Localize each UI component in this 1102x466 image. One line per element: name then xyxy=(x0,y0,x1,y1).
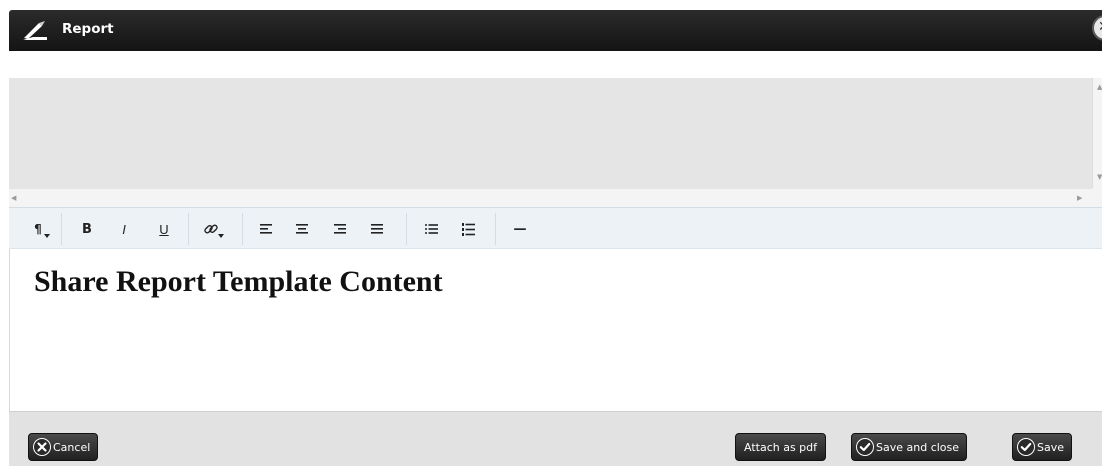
editor-heading: Share Report Template Content xyxy=(34,265,443,298)
save-button[interactable]: Save xyxy=(1012,433,1073,461)
toolbar-divider xyxy=(242,213,243,245)
vertical-scrollbar[interactable]: ▲ ▼ xyxy=(1092,78,1102,188)
align-left-icon xyxy=(260,224,272,234)
cancel-label: Cancel xyxy=(53,440,91,454)
editor-content-area[interactable]: Share Report Template Content xyxy=(9,249,1102,411)
dialog-title: Report xyxy=(62,21,114,37)
scroll-left-icon[interactable]: ◀ xyxy=(11,194,16,202)
align-justify-icon xyxy=(371,224,383,234)
numbered-list-icon xyxy=(461,222,475,236)
toolbar-divider xyxy=(188,213,189,245)
scroll-right-icon[interactable]: ▶ xyxy=(1077,194,1082,202)
bullet-list-button[interactable] xyxy=(418,217,444,241)
check-icon xyxy=(856,438,874,456)
chevron-down-icon xyxy=(44,234,50,238)
bold-icon: B xyxy=(82,221,92,237)
underline-icon: U xyxy=(159,221,169,237)
toolbar-divider xyxy=(406,213,407,245)
pen-nib-icon xyxy=(23,21,47,40)
align-center-icon xyxy=(296,224,308,234)
toolbar-divider xyxy=(61,213,62,245)
align-justify-button[interactable] xyxy=(364,217,390,241)
insert-link-button[interactable] xyxy=(198,217,224,241)
check-icon xyxy=(1017,438,1035,456)
paragraph-format-button[interactable]: ¶ xyxy=(25,217,51,241)
save-and-close-button[interactable]: Save and close xyxy=(851,433,968,461)
italic-button[interactable]: I xyxy=(111,217,137,241)
horizontal-rule-icon: — xyxy=(513,221,527,237)
align-right-button[interactable] xyxy=(327,217,353,241)
preview-pane xyxy=(9,78,1092,188)
dialog-titlebar: Report ✕ xyxy=(9,10,1102,51)
save-label: Save xyxy=(1037,440,1065,454)
horizontal-scrollbar[interactable]: ◀ ▶ xyxy=(9,188,1092,207)
bullet-list-icon xyxy=(424,224,438,234)
scroll-down-icon[interactable]: ▼ xyxy=(1097,174,1102,181)
cancel-icon xyxy=(33,438,51,456)
editor-toolbar: ¶ B I U — xyxy=(9,207,1102,249)
underline-button[interactable]: U xyxy=(151,217,177,241)
scrollbar-corner xyxy=(1092,188,1102,207)
attach-as-pdf-button[interactable]: Attach as pdf xyxy=(735,433,827,461)
align-center-button[interactable] xyxy=(289,217,315,241)
toolbar-divider xyxy=(495,213,496,245)
dialog-body: ▲ ▼ ◀ ▶ ¶ B I U — Share Report Template … xyxy=(9,51,1102,411)
scroll-up-icon[interactable]: ▲ xyxy=(1097,84,1102,91)
numbered-list-button[interactable] xyxy=(455,217,481,241)
chevron-down-icon xyxy=(218,234,224,238)
bold-button[interactable]: B xyxy=(74,217,100,241)
align-right-icon xyxy=(334,224,346,234)
align-left-button[interactable] xyxy=(253,217,279,241)
horizontal-rule-button[interactable]: — xyxy=(507,217,533,241)
paragraph-icon: ¶ xyxy=(34,221,42,236)
cancel-button[interactable]: Cancel xyxy=(28,433,99,461)
save-and-close-label: Save and close xyxy=(876,440,960,454)
italic-icon: I xyxy=(122,221,126,237)
dialog-footer: Cancel Attach as pdf Save and close Save xyxy=(9,411,1102,466)
attach-as-pdf-label: Attach as pdf xyxy=(744,440,818,454)
link-icon xyxy=(204,224,218,234)
close-icon[interactable]: ✕ xyxy=(1092,15,1102,41)
